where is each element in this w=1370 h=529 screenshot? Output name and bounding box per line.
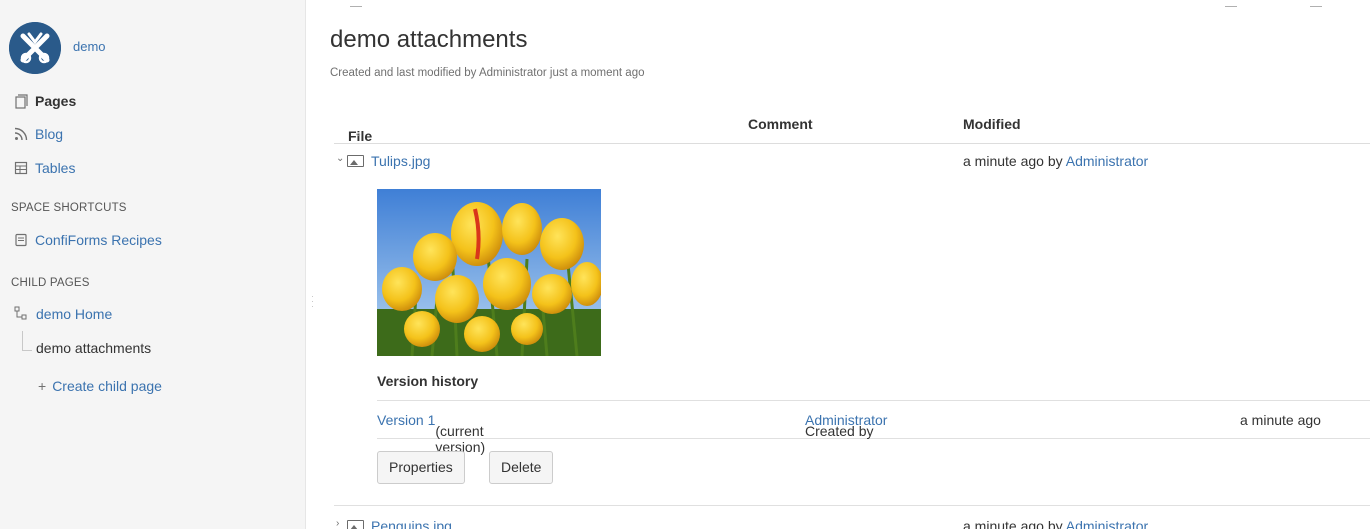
rss-icon	[13, 126, 29, 142]
tree-connector	[22, 331, 32, 351]
sidebar-item-label: Blog	[35, 126, 64, 142]
shortcut-confiforms-recipes[interactable]: ConfiForms Recipes	[13, 232, 162, 248]
page-tree-icon	[14, 306, 30, 322]
version-cell: Version 1 (current version)	[377, 412, 486, 455]
space-logo[interactable]	[9, 22, 61, 74]
row-divider	[334, 505, 1370, 506]
column-comment: Comment	[748, 116, 813, 132]
properties-button[interactable]: Properties	[377, 451, 465, 484]
tulips-preview-image	[377, 189, 601, 356]
version-link[interactable]: Version 1	[377, 412, 435, 428]
top-divider-mark	[1225, 6, 1237, 7]
image-preview[interactable]	[377, 189, 601, 356]
top-divider-mark	[1310, 6, 1322, 7]
attachment-filename-link[interactable]: Tulips.jpg	[371, 153, 430, 169]
space-name-link[interactable]: demo	[73, 39, 106, 54]
pages-icon	[13, 93, 29, 109]
attachment-modified: a minute ago by Administrator	[963, 153, 1149, 169]
version-created-by: Created by Administrator	[805, 412, 888, 439]
attachment-filename-link[interactable]: Penguins.jpg	[371, 518, 452, 529]
page-icon	[13, 232, 29, 248]
sidebar-item-blog[interactable]: Blog	[13, 126, 63, 142]
tree-item-current-page[interactable]: demo attachments	[36, 340, 151, 356]
version-history-heading: Version history	[377, 373, 479, 389]
page-metadata: Created and last modified by Administrat…	[330, 67, 645, 79]
page-title: demo attachments	[330, 26, 528, 53]
tree-item-label: demo Home	[36, 306, 113, 322]
version-history-row: Version 1 (current version) Created by A…	[377, 400, 1370, 455]
table-icon	[13, 160, 29, 176]
sidebar-resize-handle[interactable]: · · ·	[311, 292, 314, 311]
expand-toggle-icon[interactable]: ›	[336, 518, 339, 529]
sidebar-item-label: Tables	[35, 160, 76, 176]
shortcut-label: ConfiForms Recipes	[35, 232, 162, 248]
sidebar-item-label: Pages	[35, 93, 77, 109]
plus-icon: +	[38, 378, 47, 394]
child-pages-heading: CHILD PAGES	[11, 277, 90, 289]
collapse-toggle-icon[interactable]: ⌄	[336, 153, 344, 164]
space-sidebar: demo Pages Blog Tables SPACE SHORTCUTS C…	[0, 0, 306, 529]
space-logo-icon	[9, 22, 61, 74]
tree-item-demo-home[interactable]: demo Home	[14, 306, 112, 322]
top-divider-mark	[350, 6, 362, 7]
attachment-modified: a minute ago by Administrator	[963, 518, 1148, 529]
modified-by-link[interactable]: Administrator	[1066, 153, 1148, 169]
version-timestamp: a minute ago	[1240, 412, 1321, 428]
modified-by-link[interactable]: Administrator	[1066, 518, 1148, 529]
attachment-row: › Penguins.jpg a minute ago by Administr…	[334, 515, 1370, 529]
sidebar-item-pages[interactable]: Pages	[13, 93, 76, 109]
sidebar-item-tables[interactable]: Tables	[13, 160, 75, 176]
create-child-page-link[interactable]: + Create child page	[38, 378, 162, 394]
image-file-icon	[347, 520, 364, 529]
attachments-table-header: File ⌄ Comment Modified	[334, 104, 1370, 144]
sort-desc-icon: ⌄	[354, 128, 363, 139]
space-shortcuts-heading: SPACE SHORTCUTS	[11, 202, 127, 214]
attachment-row: ⌄ Tulips.jpg a minute ago by Administrat…	[334, 150, 1370, 176]
column-modified: Modified	[963, 116, 1021, 132]
delete-button[interactable]: Delete	[489, 451, 554, 484]
image-file-icon	[347, 155, 364, 167]
create-child-label: Create child page	[52, 378, 162, 394]
